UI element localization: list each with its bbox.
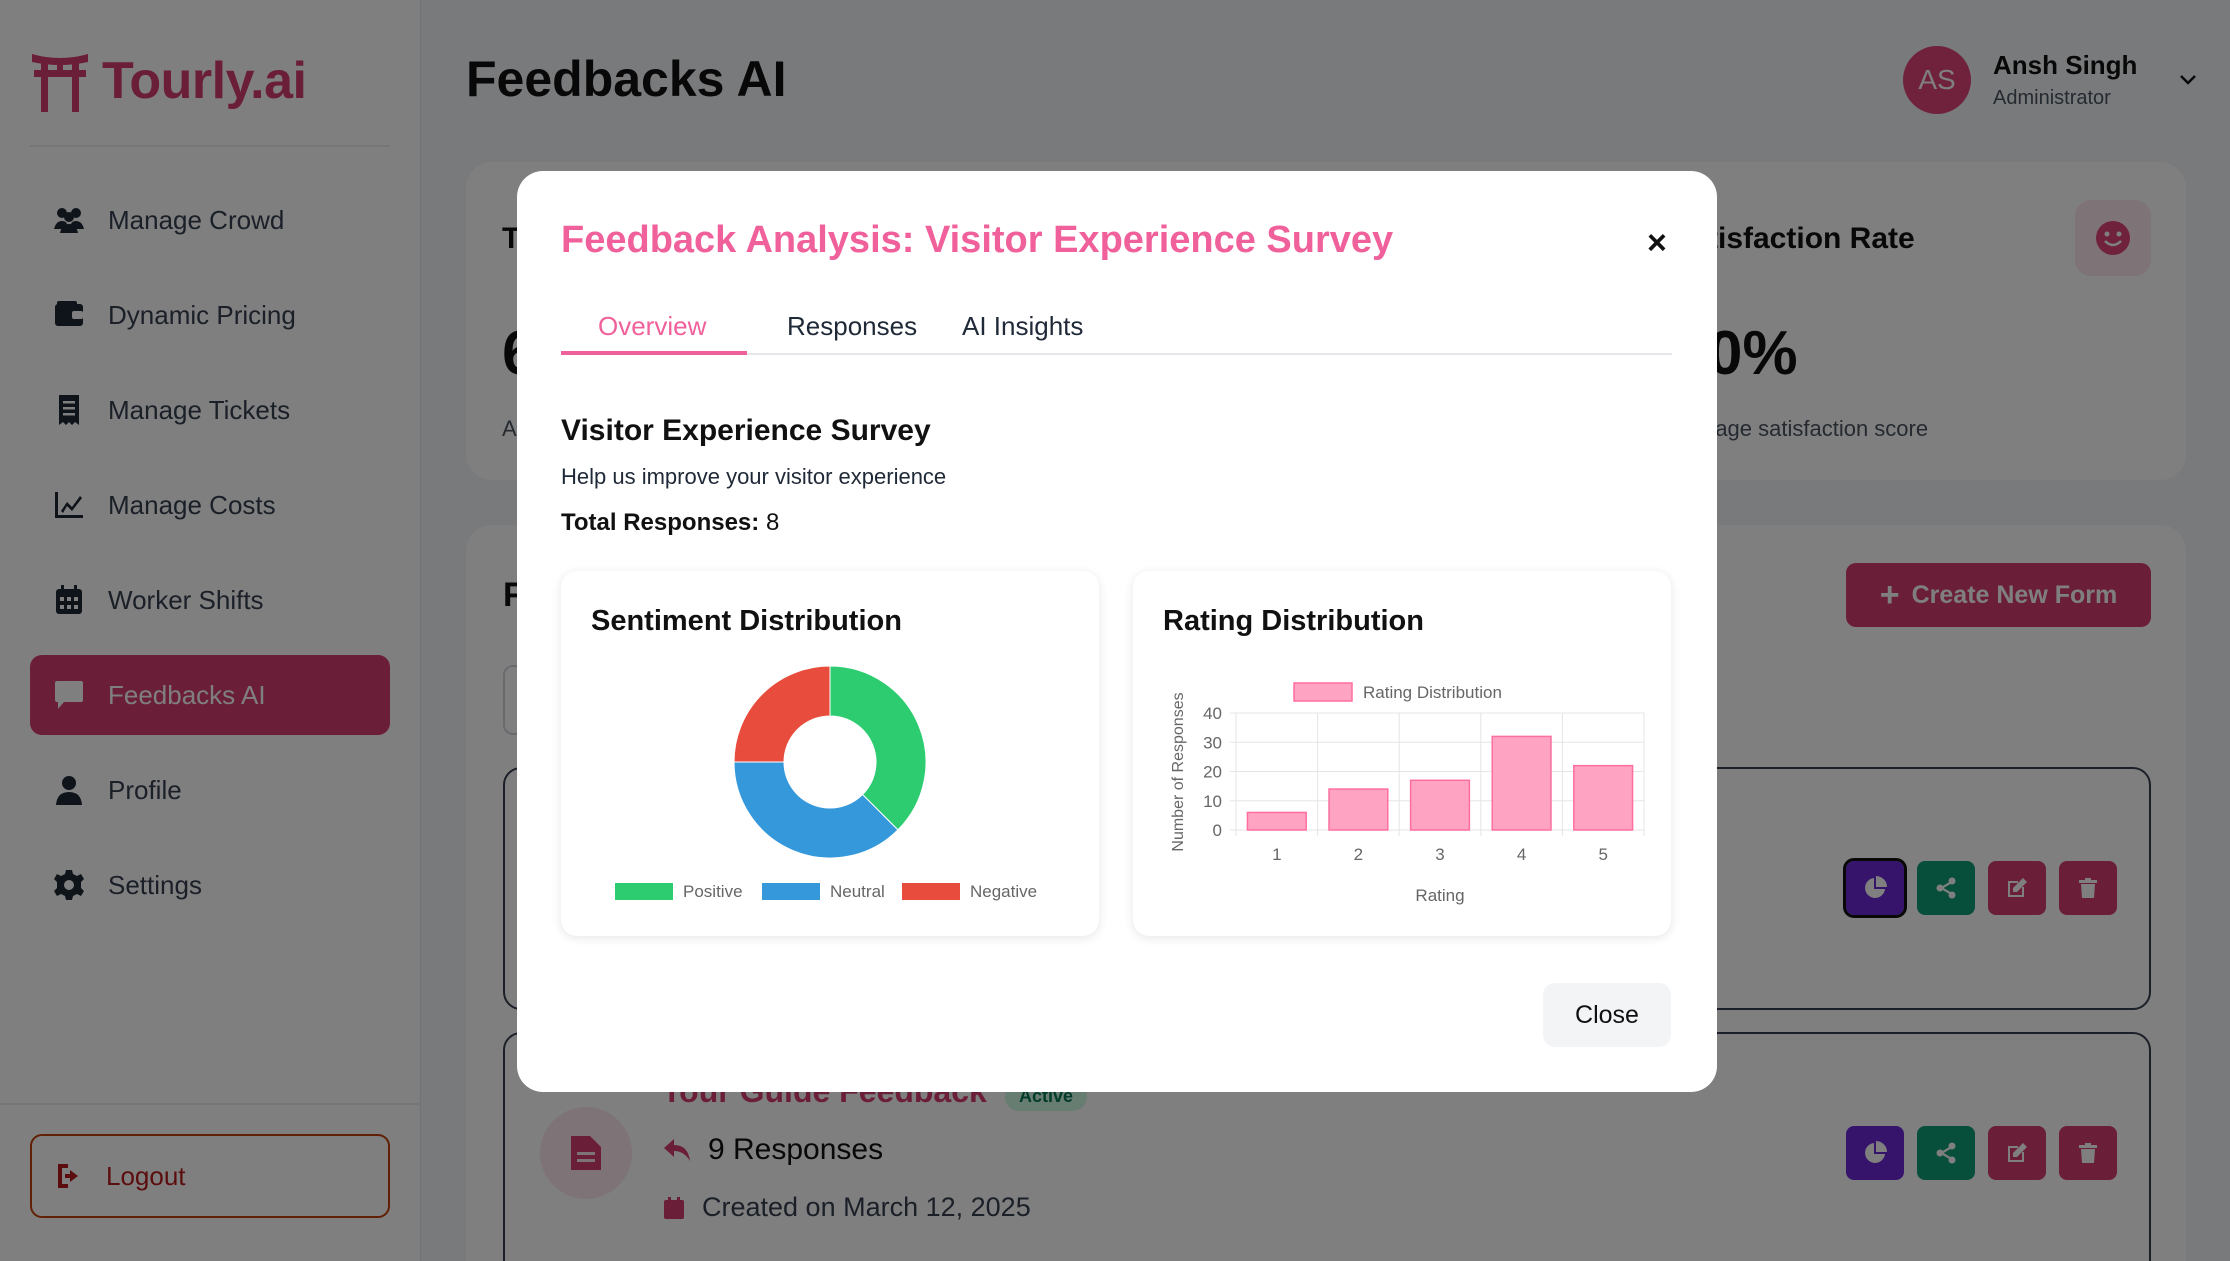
tab-ai-insights[interactable]: AI Insights bbox=[962, 311, 1083, 355]
y-tick-label: 30 bbox=[1203, 733, 1222, 752]
feedback-analysis-modal: Feedback Analysis: Visitor Experience Su… bbox=[517, 171, 1717, 1092]
legend-label: Negative bbox=[970, 882, 1037, 901]
legend-swatch bbox=[762, 883, 820, 900]
pie-slice-negative bbox=[733, 665, 831, 763]
legend-swatch bbox=[902, 883, 960, 900]
legend-label: Rating Distribution bbox=[1363, 683, 1502, 702]
sentiment-chart-card: Sentiment Distribution Positive Neutral Ne… bbox=[561, 571, 1099, 936]
tab-overview[interactable]: Overview bbox=[598, 311, 706, 355]
x-tick-label: 5 bbox=[1598, 845, 1607, 864]
tab-responses[interactable]: Responses bbox=[787, 311, 917, 355]
x-tick-label: 1 bbox=[1272, 845, 1281, 864]
legend-label: Neutral bbox=[830, 882, 885, 901]
y-tick-label: 0 bbox=[1213, 821, 1222, 840]
legend-swatch bbox=[1293, 682, 1353, 702]
y-tick-label: 40 bbox=[1203, 704, 1222, 723]
y-tick-label: 10 bbox=[1203, 792, 1222, 811]
bar-rating-1 bbox=[1246, 811, 1307, 831]
survey-description: Help us improve your visitor experience bbox=[561, 464, 947, 489]
x-tick-label: 3 bbox=[1435, 845, 1444, 864]
x-tick-label: 2 bbox=[1354, 845, 1363, 864]
total-responses-value: 8 bbox=[765, 509, 780, 536]
y-tick-label: 20 bbox=[1203, 763, 1222, 782]
active-tab-indicator bbox=[561, 351, 747, 355]
close-button[interactable]: Close bbox=[1543, 983, 1671, 1047]
bar-rating-3 bbox=[1409, 779, 1471, 831]
sentiment-doughnut-chart: Positive Neutral Negative bbox=[615, 665, 1037, 901]
close-icon[interactable]: × bbox=[1647, 226, 1667, 260]
y-axis-title: Number of Responses bbox=[1170, 692, 1187, 851]
bar-rating-2 bbox=[1328, 788, 1389, 831]
legend-swatch bbox=[615, 883, 673, 900]
rating-bar-chart: Rating Distribution 0 10 20 30 40 1 2 3 4 5 Rating N… bbox=[1170, 682, 1645, 905]
total-responses: Total Responses: 8 bbox=[561, 509, 779, 537]
rating-chart-card: Rating Distribution Rating Distribution 0… bbox=[1133, 571, 1671, 936]
modal-tabs: Overview Responses AI Insights bbox=[561, 311, 1672, 355]
x-axis-title: Rating bbox=[1415, 886, 1464, 905]
bar-rating-4 bbox=[1491, 735, 1552, 831]
x-tick-label: 4 bbox=[1517, 845, 1526, 864]
legend-label: Positive bbox=[683, 882, 743, 901]
bar-rating-5 bbox=[1573, 764, 1634, 831]
modal-title: Feedback Analysis: Visitor Experience Su… bbox=[561, 219, 1394, 261]
total-responses-label: Total Responses: bbox=[561, 509, 760, 536]
survey-title: Visitor Experience Survey bbox=[561, 414, 931, 447]
